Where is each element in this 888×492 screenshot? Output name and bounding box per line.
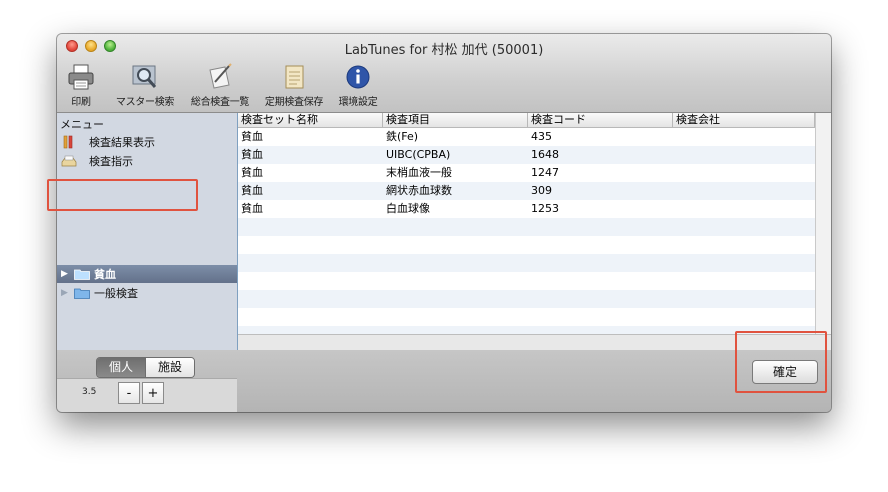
notepad-icon [285,65,304,89]
empty-row [238,308,815,326]
menu-header: メニュー [60,118,104,131]
cell-test-code: 435 [531,130,552,143]
folder-icon [74,269,90,280]
cell-test-code: 1253 [531,202,559,215]
cell-test-item: 網状赤血球数 [386,184,452,197]
cell-set-name: 貧血 [241,202,263,215]
folder-icon [74,288,90,299]
column-header-test-item[interactable]: 検査項目 [383,113,528,127]
empty-row [238,290,815,308]
table-row[interactable]: 貧血 鉄(Fe) 435 [238,128,815,146]
cell-lab-company [673,200,676,218]
segment-personal[interactable]: 個人 [97,358,145,377]
cell-lab-company [673,146,676,164]
empty-row [238,236,815,254]
scope-segmented-control: 個人 施設 [96,357,195,378]
cell-set-name: 貧血 [241,148,263,161]
master-search-button[interactable]: マスター検索 [109,62,181,110]
periodic-save-button[interactable]: 定期検査保存 [259,62,329,110]
pencil-note-icon [209,63,232,89]
test-tube-icon [63,135,73,149]
cell-set-name: 貧血 [241,166,263,179]
segment-facility[interactable]: 施設 [145,358,194,377]
table-row[interactable]: 貧血 末梢血液一般 1247 [238,164,815,182]
summary-list-button[interactable]: 総合検査一覧 [185,62,255,110]
table-row[interactable]: 貧血 網状赤血球数 309 [238,182,815,200]
column-header-set-name[interactable]: 検査セット名称 [238,113,383,127]
increase-button[interactable]: + [142,382,164,404]
confirm-button[interactable]: 確定 [752,360,818,384]
cell-lab-company [673,182,676,200]
cell-test-item: 末梢血液一般 [386,166,452,179]
title-bar: LabTunes for 村松 加代 (50001) 印刷 マスター検索 総合検… [57,34,831,113]
cell-test-item: UIBC(CPBA) [386,148,451,161]
cell-set-name: 貧血 [241,130,263,143]
cell-lab-company [673,128,676,146]
disclosure-triangle-icon[interactable]: ▶ [61,269,71,279]
table-header: 検査セット名称 検査項目 検査コード 検査会社 [238,113,815,128]
empty-row [238,272,815,290]
cell-lab-company [673,164,676,182]
decrease-button[interactable]: - [118,382,140,404]
cell-test-code: 1247 [531,166,559,179]
table-row[interactable]: 貧血 UIBC(CPBA) 1648 [238,146,815,164]
tray-icon [61,155,77,167]
info-icon [346,65,370,89]
sidebar-item-test-orders[interactable]: 検査指示 [61,153,133,169]
empty-row [238,254,815,272]
column-header-lab-company[interactable]: 検査会社 [673,113,815,127]
cell-test-item: 白血球像 [386,202,430,215]
column-header-test-code[interactable]: 検査コード [528,113,673,127]
empty-row [238,218,815,236]
cell-test-item: 鉄(Fe) [386,130,419,143]
version-label: 3.5 [82,387,97,397]
table-row[interactable]: 貧血 白血球像 1253 [238,200,815,218]
empty-row [238,326,815,334]
cell-set-name: 貧血 [241,184,263,197]
table-body: 貧血 鉄(Fe) 435 貧血 UIBC(CPBA) 1648 貧血 末梢血液一… [238,128,815,334]
cell-test-code: 309 [531,184,552,197]
vertical-scrollbar[interactable] [815,113,831,334]
test-set-table: 検査セット名称 検査項目 検査コード 検査会社 貧血 鉄(Fe) 435 貧血 … [238,113,815,334]
tree-item-anemia[interactable]: ▶ 貧血 [61,266,116,282]
disclosure-triangle-icon[interactable]: ▶ [61,288,71,298]
tree-item-general-tests[interactable]: ▶ 一般検査 [61,285,138,301]
sidebar: メニュー 検査結果表示 検査指示 ▶ 貧血 ▶ 一般検査 [57,113,238,350]
sidebar-item-test-results[interactable]: 検査結果表示 [61,134,155,150]
window-title: LabTunes for 村松 加代 (50001) [344,43,544,58]
printer-icon [68,64,94,90]
bottom-bar: 個人 施設 3.5 - + 確定 [57,350,831,412]
horizontal-scrollbar[interactable] [238,334,831,351]
cell-test-code: 1648 [531,148,559,161]
app-window: LabTunes for 村松 加代 (50001) 印刷 マスター検索 総合検… [57,34,831,412]
print-button[interactable]: 印刷 [63,62,99,110]
magnifier-icon [132,65,157,88]
preferences-button[interactable]: 環境設定 [333,62,383,110]
